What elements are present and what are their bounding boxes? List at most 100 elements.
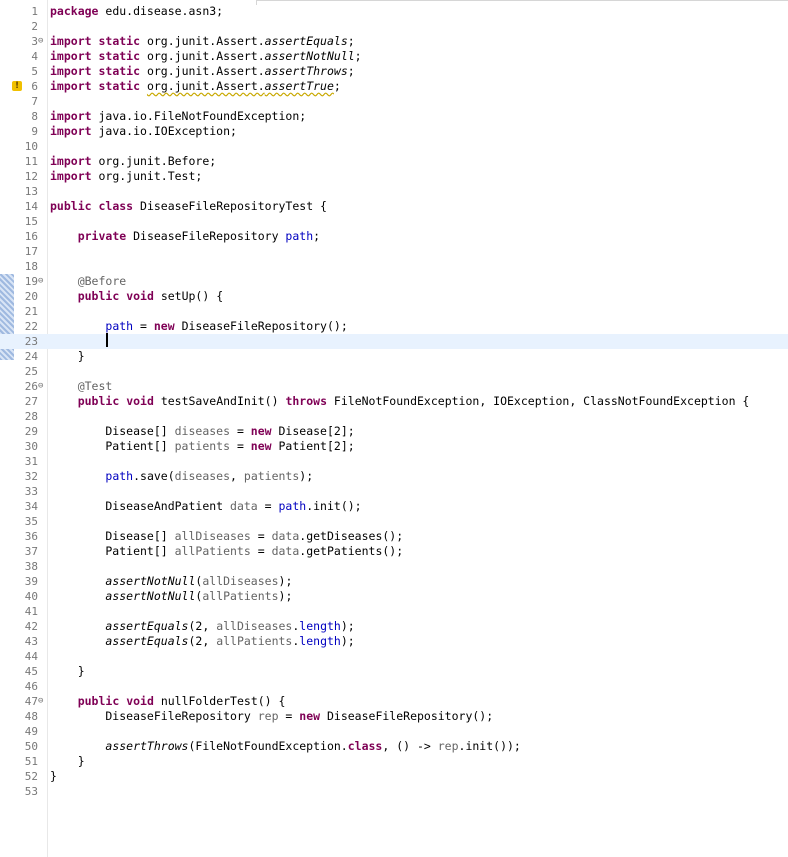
line-number: 31 bbox=[24, 455, 38, 468]
code-text[interactable]: assertNotNull(allPatients); bbox=[50, 589, 292, 604]
code-line[interactable]: 33 bbox=[0, 484, 788, 499]
code-text[interactable]: assertThrows(FileNotFoundException.class… bbox=[50, 739, 520, 754]
code-line[interactable]: 16 private DiseaseFileRepository path; bbox=[0, 229, 788, 244]
code-text[interactable]: assertEquals(2, allDiseases.length); bbox=[50, 619, 354, 634]
code-line[interactable]: 46 bbox=[0, 679, 788, 694]
code-line[interactable]: 20 public void setUp() { bbox=[0, 289, 788, 304]
code-line[interactable]: 17 bbox=[0, 244, 788, 259]
code-text[interactable]: import static org.junit.Assert.assertNot… bbox=[50, 49, 362, 64]
code-text[interactable]: Disease[] allDiseases = data.getDiseases… bbox=[50, 529, 403, 544]
warning-icon[interactable]: ! bbox=[12, 81, 22, 91]
code-text[interactable]: public void setUp() { bbox=[50, 289, 223, 304]
code-line[interactable]: 32 path.save(diseases, patients); bbox=[0, 469, 788, 484]
code-line[interactable]: 40 assertNotNull(allPatients); bbox=[0, 589, 788, 604]
fold-toggle-icon[interactable]: ⊖ bbox=[38, 274, 47, 289]
code-text[interactable]: Patient[] patients = new Patient[2]; bbox=[50, 439, 354, 454]
fold-toggle-icon[interactable]: ⊖ bbox=[38, 34, 47, 49]
code-token: new bbox=[250, 424, 272, 438]
code-line[interactable]: 27 public void testSaveAndInit() throws … bbox=[0, 394, 788, 409]
code-text[interactable]: public class DiseaseFileRepositoryTest { bbox=[50, 199, 327, 214]
code-line[interactable]: 24 } bbox=[0, 349, 788, 364]
code-line[interactable]: 13 bbox=[0, 184, 788, 199]
code-line[interactable]: 34 DiseaseAndPatient data = path.init(); bbox=[0, 499, 788, 514]
code-line[interactable]: 5 import static org.junit.Assert.assertTh… bbox=[0, 64, 788, 79]
code-line[interactable]: 6 import static org.junit.Assert.assertTr… bbox=[0, 79, 788, 94]
code-line[interactable]: 11 import org.junit.Before; bbox=[0, 154, 788, 169]
code-text[interactable]: } bbox=[50, 754, 85, 769]
code-token: Disease[] bbox=[50, 424, 175, 438]
code-line[interactable]: 39 assertNotNull(allDiseases); bbox=[0, 574, 788, 589]
code-line[interactable]: 43 assertEquals(2, allPatients.length); bbox=[0, 634, 788, 649]
code-line[interactable]: 47 ⊖ public void nullFolderTest() { bbox=[0, 694, 788, 709]
code-line[interactable]: 31 bbox=[0, 454, 788, 469]
code-text[interactable]: path.save(diseases, patients); bbox=[50, 469, 313, 484]
code-text[interactable]: DiseaseFileRepository rep = new DiseaseF… bbox=[50, 709, 493, 724]
code-line[interactable]: 29 Disease[] diseases = new Disease[2]; bbox=[0, 424, 788, 439]
code-line[interactable]: 9 import java.io.IOException; bbox=[0, 124, 788, 139]
code-text[interactable]: } bbox=[50, 769, 57, 784]
code-text[interactable]: public void testSaveAndInit() throws Fil… bbox=[50, 394, 750, 409]
code-line[interactable]: 19 ⊖ @Before bbox=[0, 274, 788, 289]
code-line[interactable]: 23 bbox=[0, 334, 788, 349]
code-text[interactable]: assertNotNull(allDiseases); bbox=[50, 574, 292, 589]
code-line[interactable]: 45 } bbox=[0, 664, 788, 679]
code-text[interactable]: private DiseaseFileRepository path; bbox=[50, 229, 320, 244]
code-line[interactable]: 14 public class DiseaseFileRepositoryTest… bbox=[0, 199, 788, 214]
code-text[interactable]: } bbox=[50, 664, 85, 679]
code-text[interactable]: Patient[] allPatients = data.getPatients… bbox=[50, 544, 403, 559]
code-line[interactable]: 36 Disease[] allDiseases = data.getDisea… bbox=[0, 529, 788, 544]
code-line[interactable]: 25 bbox=[0, 364, 788, 379]
code-line[interactable]: 53 bbox=[0, 784, 788, 799]
fold-toggle-icon[interactable]: ⊖ bbox=[38, 694, 47, 709]
code-text[interactable]: @Before bbox=[50, 274, 126, 289]
code-line[interactable]: 15 bbox=[0, 214, 788, 229]
code-token: org.junit.Assert. bbox=[146, 79, 265, 93]
code-text[interactable]: import java.io.FileNotFoundException; bbox=[50, 109, 306, 124]
code-text[interactable]: import static org.junit.Assert.assertEqu… bbox=[50, 34, 355, 49]
code-line[interactable]: 7 bbox=[0, 94, 788, 109]
code-line[interactable]: 26 ⊖ @Test bbox=[0, 379, 788, 394]
code-line[interactable]: 50 assertThrows(FileNotFoundException.cl… bbox=[0, 739, 788, 754]
code-line[interactable]: 4 import static org.junit.Assert.assertNo… bbox=[0, 49, 788, 64]
code-line[interactable]: 52} bbox=[0, 769, 788, 784]
code-text[interactable]: package edu.disease.asn3; bbox=[50, 4, 223, 19]
code-text[interactable]: } bbox=[50, 349, 85, 364]
fold-toggle-icon[interactable]: ⊖ bbox=[38, 379, 47, 394]
code-text[interactable]: import org.junit.Before; bbox=[50, 154, 216, 169]
code-text[interactable]: path = new DiseaseFileRepository(); bbox=[50, 319, 347, 334]
code-line[interactable]: 41 bbox=[0, 604, 788, 619]
code-text[interactable]: assertEquals(2, allPatients.length); bbox=[50, 634, 354, 649]
code-line[interactable]: 44 bbox=[0, 649, 788, 664]
code-line[interactable]: 42 assertEquals(2, allDiseases.length); bbox=[0, 619, 788, 634]
code-text[interactable]: import java.io.IOException; bbox=[50, 124, 237, 139]
code-line[interactable]: 1 package edu.disease.asn3; bbox=[0, 4, 788, 19]
code-text[interactable]: import static org.junit.Assert.assertThr… bbox=[50, 64, 355, 79]
code-line[interactable]: 2 bbox=[0, 19, 788, 34]
code-line[interactable]: 28 bbox=[0, 409, 788, 424]
code-line[interactable]: 35 bbox=[0, 514, 788, 529]
line-number: 45 bbox=[24, 665, 38, 678]
line-number: 18 bbox=[24, 260, 38, 273]
line-number: 29 bbox=[24, 425, 38, 438]
code-token: assertThrows bbox=[105, 739, 189, 753]
code-line[interactable]: 30 Patient[] patients = new Patient[2]; bbox=[0, 439, 788, 454]
code-text[interactable]: public void nullFolderTest() { bbox=[50, 694, 286, 709]
code-text[interactable]: Disease[] diseases = new Disease[2]; bbox=[50, 424, 354, 439]
code-text[interactable]: import org.junit.Test; bbox=[50, 169, 202, 184]
code-line[interactable]: 12 import org.junit.Test; bbox=[0, 169, 788, 184]
code-line[interactable]: 48 DiseaseFileRepository rep = new Disea… bbox=[0, 709, 788, 724]
code-line[interactable]: 10 bbox=[0, 139, 788, 154]
code-text[interactable]: DiseaseAndPatient data = path.init(); bbox=[50, 499, 361, 514]
code-line[interactable]: 37 Patient[] allPatients = data.getPatie… bbox=[0, 544, 788, 559]
code-editor[interactable]: 1 package edu.disease.asn3; 2 3 ⊖ import stat… bbox=[0, 0, 788, 857]
code-text[interactable]: import static org.junit.Assert.assertTru… bbox=[50, 79, 341, 94]
code-line[interactable]: 21 bbox=[0, 304, 788, 319]
code-line[interactable]: 22 path = new DiseaseFileRepository(); bbox=[0, 319, 788, 334]
code-line[interactable]: 49 bbox=[0, 724, 788, 739]
code-line[interactable]: 18 bbox=[0, 259, 788, 274]
code-text[interactable]: @Test bbox=[50, 379, 113, 394]
code-line[interactable]: 38 bbox=[0, 559, 788, 574]
code-line[interactable]: 8 import java.io.FileNotFoundException; bbox=[0, 109, 788, 124]
code-line[interactable]: 51 } bbox=[0, 754, 788, 769]
code-line[interactable]: 3 ⊖ import static org.junit.Assert.assertE… bbox=[0, 34, 788, 49]
